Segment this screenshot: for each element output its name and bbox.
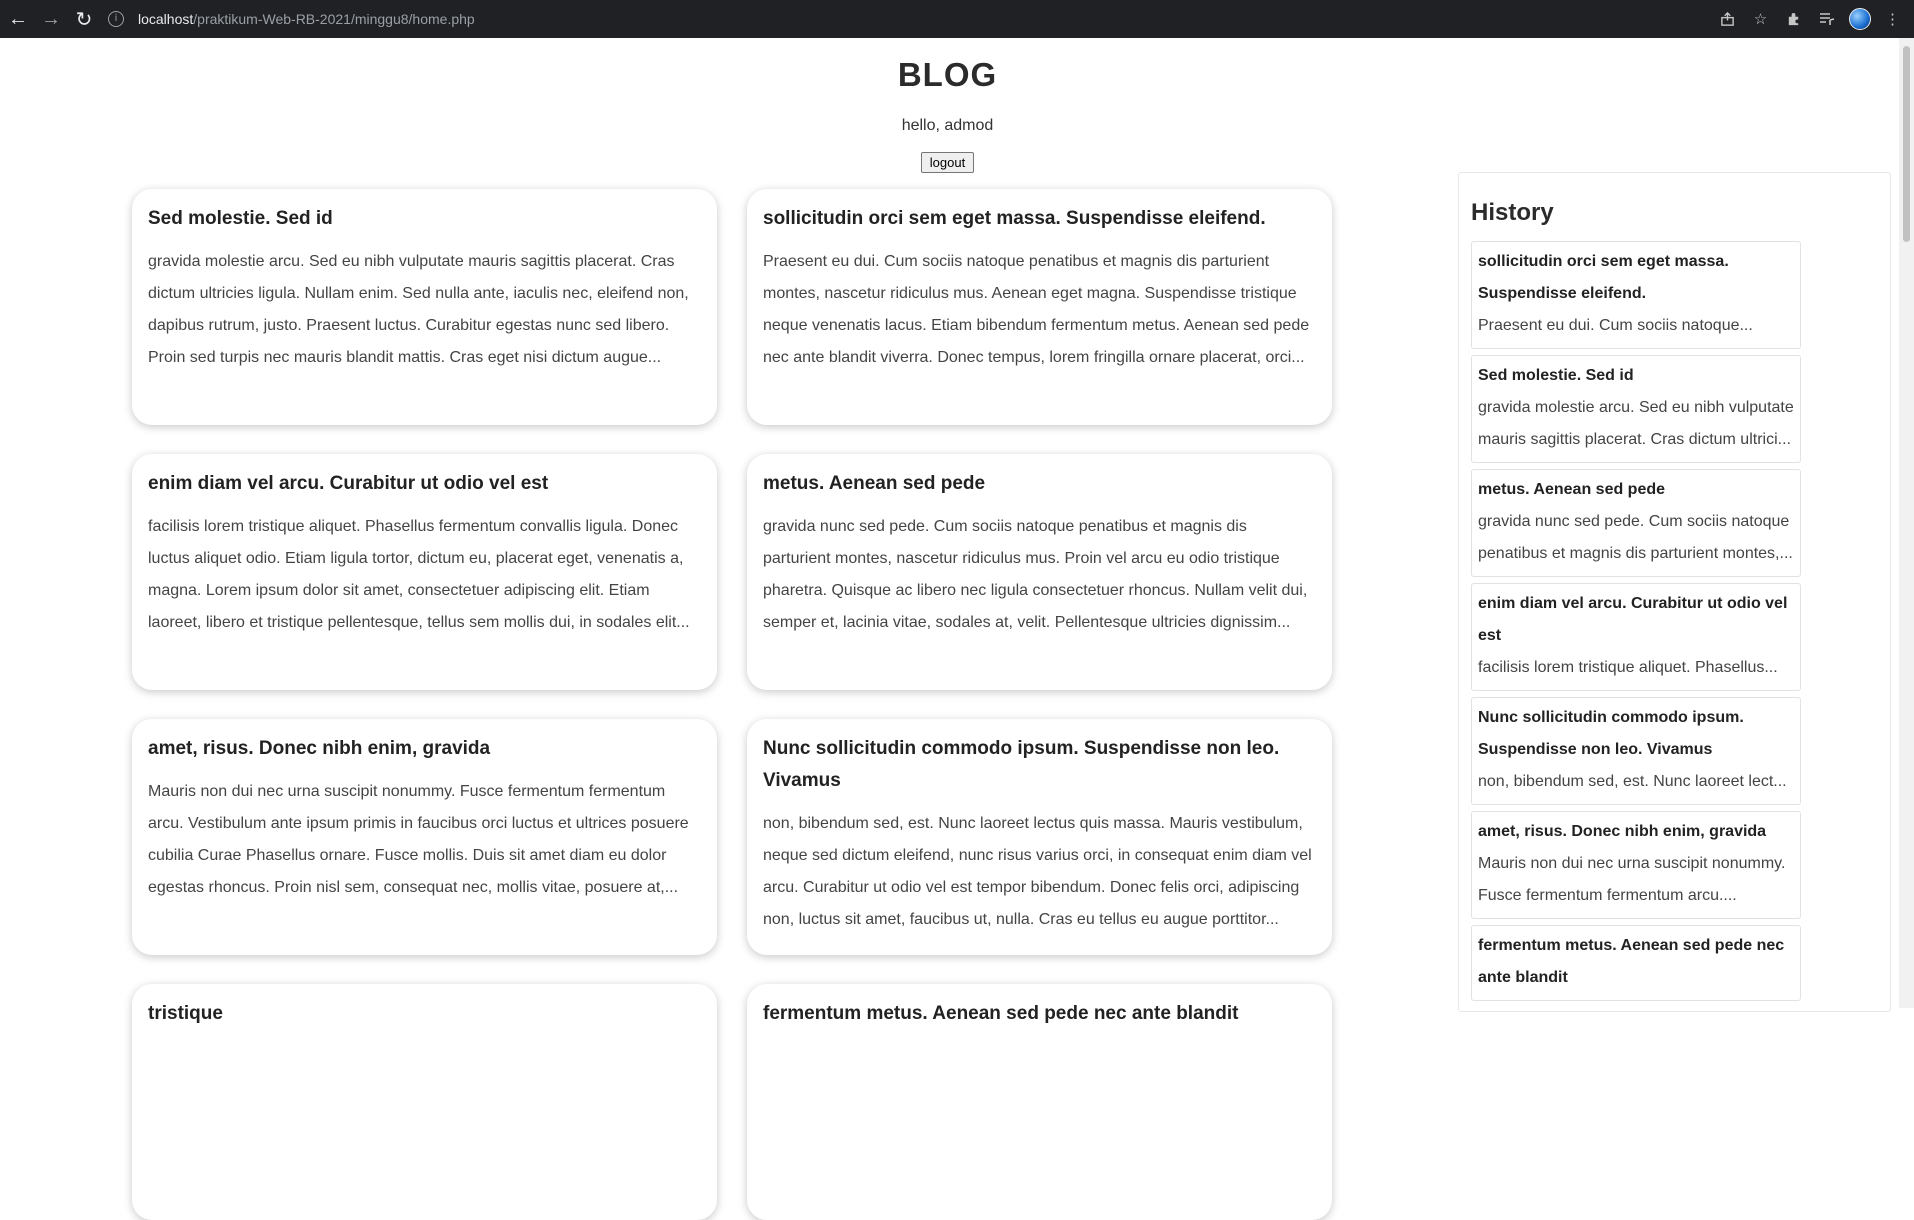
bookmark-star-icon[interactable]: ☆: [1747, 6, 1774, 33]
page-title: BLOG: [897, 56, 998, 93]
post-card[interactable]: fermentum metus. Aenean sed pede nec ant…: [747, 984, 1332, 1220]
post-card[interactable]: tristique: [132, 984, 717, 1220]
post-title: amet, risus. Donec nibh enim, gravida: [148, 738, 491, 759]
post-card[interactable]: amet, risus. Donec nibh enim, gravida Ma…: [132, 719, 717, 955]
history-item-excerpt: gravida molestie arcu. Sed eu nibh vulpu…: [1478, 399, 1794, 448]
history-item[interactable]: fermentum metus. Aenean sed pede nec ant…: [1471, 925, 1801, 1001]
profile-avatar[interactable]: [1846, 6, 1873, 33]
extensions-icon[interactable]: [1780, 6, 1807, 33]
logout-button[interactable]: logout: [921, 152, 974, 173]
post-card[interactable]: sollicitudin orci sem eget massa. Suspen…: [747, 189, 1332, 425]
history-item[interactable]: Nunc sollicitudin commodo ipsum. Suspend…: [1471, 697, 1801, 805]
history-item[interactable]: amet, risus. Donec nibh enim, gravida Ma…: [1471, 811, 1801, 919]
post-grid: Sed molestie. Sed id gravida molestie ar…: [132, 189, 1332, 1220]
post-card[interactable]: Nunc sollicitudin commodo ipsum. Suspend…: [747, 719, 1332, 955]
post-excerpt: non, bibendum sed, est. Nunc laoreet lec…: [763, 815, 1312, 928]
history-item-title: Nunc sollicitudin commodo ipsum. Suspend…: [1478, 709, 1744, 758]
post-excerpt: gravida nunc sed pede. Cum sociis natoqu…: [763, 518, 1308, 631]
avatar: [1848, 8, 1871, 30]
post-title: metus. Aenean sed pede: [763, 473, 986, 494]
history-item-title: metus. Aenean sed pede: [1478, 481, 1666, 498]
reload-icon[interactable]: ↻: [69, 4, 99, 34]
history-item-excerpt: non, bibendum sed, est. Nunc laoreet lec…: [1478, 773, 1787, 790]
url-host: localhost: [138, 11, 194, 27]
site-info-icon[interactable]: i: [108, 11, 124, 27]
back-icon[interactable]: ←: [3, 4, 33, 34]
media-control-icon[interactable]: [1813, 6, 1840, 33]
history-item[interactable]: metus. Aenean sed pede gravida nunc sed …: [1471, 469, 1801, 577]
history-item-title: sollicitudin orci sem eget massa. Suspen…: [1478, 253, 1729, 302]
page-scrollbar[interactable]: [1899, 38, 1914, 1008]
history-item-title: fermentum metus. Aenean sed pede nec ant…: [1478, 937, 1785, 986]
history-item-excerpt: gravida nunc sed pede. Cum sociis natoqu…: [1478, 513, 1793, 562]
history-item-excerpt: Mauris non dui nec urna suscipit nonummy…: [1478, 855, 1786, 904]
post-title: enim diam vel arcu. Curabitur ut odio ve…: [148, 473, 549, 494]
post-excerpt: Mauris non dui nec urna suscipit nonummy…: [148, 783, 689, 896]
history-sidebar: History sollicitudin orci sem eget massa…: [1458, 172, 1891, 1012]
post-card[interactable]: enim diam vel arcu. Curabitur ut odio ve…: [132, 454, 717, 690]
history-item-excerpt: Praesent eu dui. Cum sociis natoque...: [1478, 317, 1753, 334]
history-item[interactable]: Sed molestie. Sed id gravida molestie ar…: [1471, 355, 1801, 463]
post-title: fermentum metus. Aenean sed pede nec ant…: [763, 1003, 1239, 1024]
post-title: sollicitudin orci sem eget massa. Suspen…: [763, 208, 1266, 229]
post-excerpt: gravida molestie arcu. Sed eu nibh vulpu…: [148, 253, 689, 366]
post-title: tristique: [148, 1003, 223, 1024]
history-item-title: amet, risus. Donec nibh enim, gravida: [1478, 823, 1767, 840]
post-card[interactable]: metus. Aenean sed pede gravida nunc sed …: [747, 454, 1332, 690]
post-card[interactable]: Sed molestie. Sed id gravida molestie ar…: [132, 189, 717, 425]
history-item-title: enim diam vel arcu. Curabitur ut odio ve…: [1478, 595, 1788, 644]
history-item[interactable]: sollicitudin orci sem eget massa. Suspen…: [1471, 241, 1801, 349]
browser-toolbar: ← → ↻ i localhost/praktikum-Web-RB-2021/…: [0, 0, 1914, 38]
history-title: History: [1471, 199, 1554, 226]
history-item-excerpt: facilisis lorem tristique aliquet. Phase…: [1478, 659, 1778, 676]
page-content: BLOG hello, admod logout Sed molestie. S…: [0, 38, 1899, 1220]
greeting-text: hello, admod: [901, 117, 994, 134]
post-excerpt: Praesent eu dui. Cum sociis natoque pena…: [763, 253, 1310, 366]
forward-icon[interactable]: →: [36, 4, 66, 34]
history-item-title: Sed molestie. Sed id: [1478, 367, 1634, 384]
share-icon[interactable]: [1714, 6, 1741, 33]
menu-kebab-icon[interactable]: ⋮: [1879, 6, 1906, 33]
address-bar[interactable]: i localhost/praktikum-Web-RB-2021/minggu…: [108, 5, 1748, 33]
post-title: Nunc sollicitudin commodo ipsum. Suspend…: [763, 738, 1280, 791]
scrollbar-thumb[interactable]: [1903, 46, 1910, 242]
post-excerpt: facilisis lorem tristique aliquet. Phase…: [148, 518, 690, 631]
post-title: Sed molestie. Sed id: [148, 208, 333, 229]
history-item[interactable]: enim diam vel arcu. Curabitur ut odio ve…: [1471, 583, 1801, 691]
url-path: /praktikum-Web-RB-2021/minggu8/home.php: [193, 11, 475, 27]
